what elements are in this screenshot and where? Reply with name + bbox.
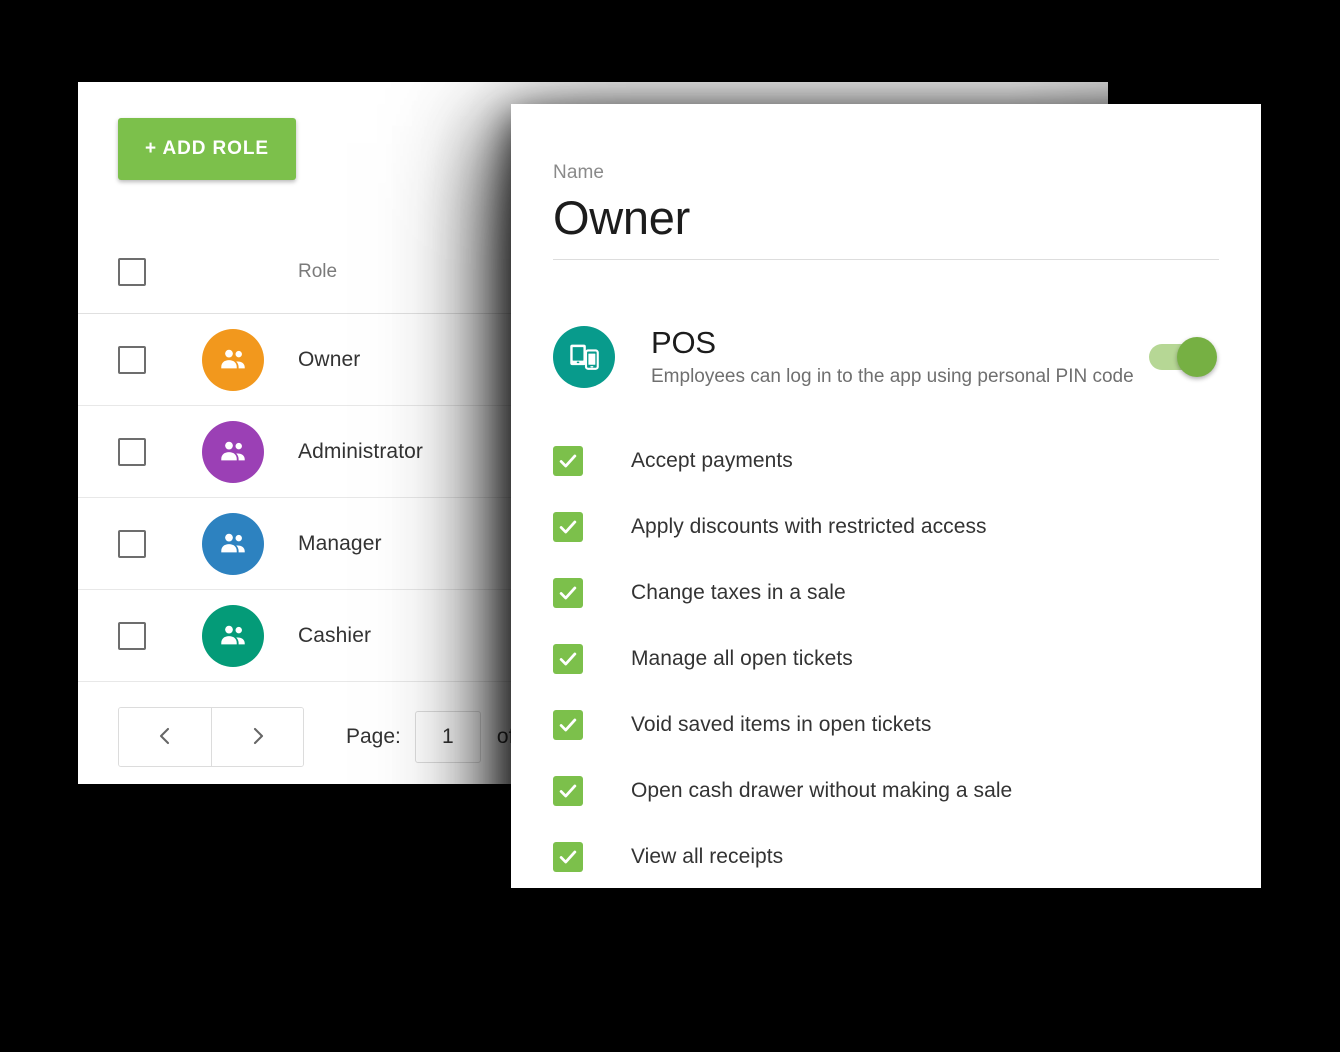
check-icon [557,516,579,538]
select-all-cell [118,257,202,286]
avatar [202,328,264,391]
row-select-cell [118,437,202,466]
permission-checkbox[interactable] [553,710,583,741]
permission-row[interactable]: Open cash drawer without making a sale [553,758,1219,824]
name-field-underline [553,259,1219,261]
check-icon [557,648,579,670]
avatar [202,512,264,575]
people-icon [217,528,249,560]
role-name: Cashier [298,623,372,647]
permission-checkbox[interactable] [553,776,583,807]
pos-enable-toggle[interactable] [1149,337,1217,378]
row-select-cell [118,345,202,374]
people-icon [217,344,249,376]
avatar-cell [202,420,298,483]
screenshot-stage: + ADD ROLE Role Owner Administrator Mana… [0,0,1340,1052]
row-checkbox[interactable] [118,345,146,374]
add-role-button[interactable]: + ADD ROLE [118,118,296,180]
row-checkbox[interactable] [118,529,146,558]
avatar-cell [202,512,298,575]
chevron-left-icon [155,724,175,751]
permission-row[interactable]: Apply discounts with restricted access [553,494,1219,560]
check-icon [557,450,579,472]
permission-label: Accept payments [631,449,793,473]
permission-checkbox[interactable] [553,644,583,675]
permission-label: Manage all open tickets [631,647,853,671]
avatar-cell [202,328,298,391]
pos-section-icon-badge [553,326,615,389]
prev-page-button[interactable] [119,708,211,766]
permission-row[interactable]: Manage all open tickets [553,626,1219,692]
row-select-cell [118,621,202,650]
devices-icon [567,340,601,374]
toggle-thumb [1177,337,1217,378]
permission-row[interactable]: Accept payments [553,428,1219,494]
role-name: Owner [298,347,361,371]
column-header-role: Role [298,260,338,282]
permission-checkbox[interactable] [553,512,583,543]
permission-label: Void saved items in open tickets [631,713,932,737]
next-page-button[interactable] [211,708,303,766]
pos-section-title: POS [651,324,716,360]
pos-section-header: POS Employees can log in to the app usin… [553,324,1219,389]
row-select-cell [118,529,202,558]
people-icon [217,436,249,468]
row-checkbox[interactable] [118,437,146,466]
avatar-cell [202,604,298,667]
pagination-buttons [118,707,304,767]
check-icon [557,780,579,802]
row-checkbox[interactable] [118,621,146,650]
permission-row[interactable]: Change taxes in a sale [553,560,1219,626]
check-icon [557,714,579,736]
page-number-input[interactable] [414,711,481,763]
permission-checkbox[interactable] [553,446,583,477]
select-all-checkbox[interactable] [118,257,146,286]
check-icon [557,582,579,604]
permission-label: Open cash drawer without making a sale [631,779,1013,803]
name-field-label: Name [553,162,605,183]
permission-label: View all receipts [631,845,784,869]
permission-row[interactable]: Void saved items in open tickets [553,692,1219,758]
permission-label: Apply discounts with restricted access [631,515,987,539]
check-icon [557,846,579,868]
role-name: Administrator [298,439,424,463]
permission-label: Change taxes in a sale [631,581,846,605]
name-field-value[interactable]: Owner [553,190,1219,245]
avatar [202,604,264,667]
role-detail-dialog: Name Owner POS Employees can log in to t… [511,104,1261,888]
pos-section-description: Employees can log in to the app using pe… [651,366,1134,388]
avatar [202,420,264,483]
role-name: Manager [298,531,382,555]
pos-section-text: POS Employees can log in to the app usin… [651,324,1149,389]
chevron-right-icon [248,724,268,751]
permission-checkbox[interactable] [553,842,583,873]
permissions-list: Accept payments Apply discounts with rest… [553,428,1219,888]
permission-checkbox[interactable] [553,578,583,609]
permission-row[interactable]: View all receipts [553,824,1219,888]
page-label: Page: [346,725,401,748]
people-icon [217,620,249,652]
